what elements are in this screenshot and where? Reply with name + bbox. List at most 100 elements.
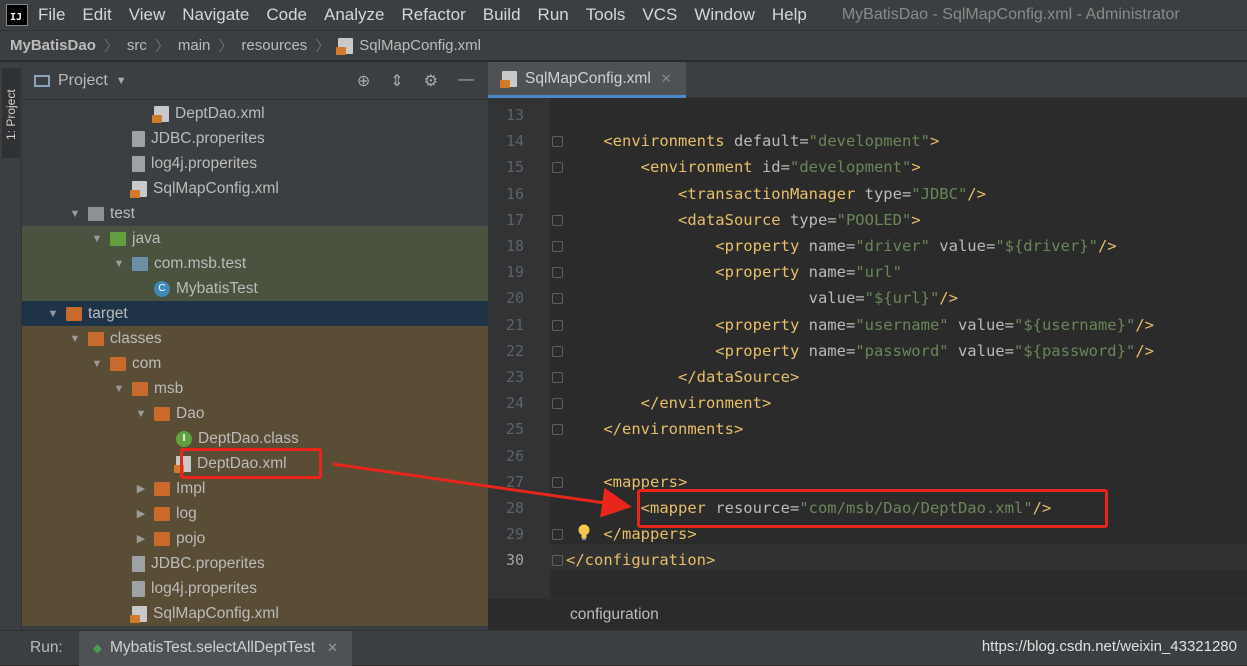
fold-marker-icon[interactable] — [552, 529, 563, 541]
properties-file-icon — [132, 555, 145, 572]
close-icon[interactable]: ✕ — [327, 640, 338, 656]
tree-item[interactable]: ▼ test — [22, 201, 488, 226]
code-line[interactable]: <property name="driver" value="${driver}… — [566, 233, 1117, 259]
chevron-down-icon[interactable]: ▼ — [134, 408, 148, 420]
project-view-selector[interactable]: Project — [58, 72, 108, 90]
menu-analyze[interactable]: Analyze — [324, 5, 384, 25]
fold-marker-icon[interactable] — [552, 372, 563, 383]
menu-window[interactable]: Window — [694, 5, 754, 25]
breadcrumb-item[interactable]: resources — [241, 37, 307, 54]
fold-marker-icon[interactable] — [552, 555, 563, 567]
code-line[interactable]: <transactionManager type="JDBC"/> — [566, 181, 986, 207]
chevron-down-icon[interactable]: ▼ — [90, 358, 104, 370]
chevron-down-icon[interactable]: ▼ — [68, 333, 82, 345]
tree-item[interactable]: ▶ Impl — [22, 476, 488, 501]
tree-item[interactable]: SqlMapConfig.xml — [22, 601, 488, 626]
code-line[interactable]: </configuration> — [566, 547, 715, 573]
tree-item[interactable]: C MybatisTest — [22, 276, 488, 301]
tree-item[interactable]: ▼ target — [22, 301, 488, 326]
chevron-down-icon[interactable]: ▼ — [46, 308, 60, 320]
gear-icon[interactable]: ⚙ — [424, 71, 438, 91]
menu-tools[interactable]: Tools — [586, 5, 626, 25]
tree-item-label: SqlMapConfig.xml — [153, 179, 279, 197]
code-line[interactable]: <property name="url" — [566, 259, 902, 285]
tree-item[interactable]: SqlMapConfig.xml — [22, 176, 488, 201]
menu-file[interactable]: File — [38, 5, 65, 25]
code-line[interactable]: <dataSource type="POOLED"> — [566, 207, 921, 233]
code-line[interactable]: value="${url}"/> — [566, 285, 958, 311]
chevron-down-icon[interactable]: ▼ — [116, 75, 127, 87]
menu-navigate[interactable]: Navigate — [182, 5, 249, 25]
breadcrumb-item[interactable]: main — [178, 37, 211, 54]
chevron-right-icon[interactable]: ▶ — [134, 532, 148, 545]
code-line[interactable]: </environments> — [566, 416, 743, 442]
fold-marker-icon[interactable] — [552, 214, 563, 226]
locate-icon[interactable]: ⊕ — [357, 71, 370, 91]
chevron-down-icon[interactable]: ▼ — [112, 258, 126, 270]
code-token: /> — [967, 184, 986, 203]
chevron-down-icon[interactable]: ▼ — [112, 383, 126, 395]
breadcrumb-item[interactable]: SqlMapConfig.xml — [359, 37, 481, 54]
tree-item[interactable]: log4j.properites — [22, 151, 488, 176]
minimize-icon[interactable]: — — [458, 71, 474, 91]
excluded-folder-icon — [154, 506, 170, 521]
fold-marker-icon[interactable] — [552, 267, 563, 279]
chevron-right-icon[interactable]: ▶ — [134, 507, 148, 520]
menu-edit[interactable]: Edit — [82, 5, 111, 25]
close-icon[interactable]: ✕ — [661, 71, 672, 87]
fold-marker-icon[interactable] — [552, 293, 563, 305]
breadcrumb-item[interactable]: MyBatisDao — [10, 37, 96, 54]
menu-code[interactable]: Code — [266, 5, 307, 25]
code-line[interactable]: <environments default="development"> — [566, 128, 939, 154]
chevron-right-icon[interactable]: ▶ — [134, 482, 148, 495]
tree-item[interactable]: ▼ java — [22, 226, 488, 251]
code-token: /> — [1097, 237, 1117, 255]
tab-sqlmapconfig[interactable]: SqlMapConfig.xml ✕ — [488, 62, 686, 98]
breadcrumb-configuration[interactable]: configuration — [570, 606, 659, 624]
lightbulb-icon[interactable] — [577, 524, 591, 540]
menu-vcs[interactable]: VCS — [642, 5, 677, 25]
fold-marker-icon[interactable] — [552, 424, 563, 436]
fold-marker-icon[interactable] — [552, 398, 563, 410]
tree-item[interactable]: ▶ log — [22, 501, 488, 526]
code-line[interactable]: <environment id="development"> — [566, 154, 921, 180]
tree-item[interactable]: ▼ classes — [22, 326, 488, 351]
code-line[interactable]: <property name="username" value="${usern… — [566, 312, 1154, 338]
fold-marker-icon[interactable] — [552, 476, 563, 488]
fold-marker-icon[interactable] — [552, 136, 563, 148]
tree-item[interactable]: ▶ pojo — [22, 526, 488, 551]
tree-item[interactable]: ▼ com — [22, 351, 488, 376]
run-tab[interactable]: ◆ MybatisTest.selectAllDeptTest ✕ — [78, 630, 352, 666]
tree-item[interactable]: JDBC.properites — [22, 551, 488, 576]
tree-item[interactable]: log4j.properites — [22, 576, 488, 601]
collapse-all-icon[interactable]: ⇕ — [390, 71, 403, 91]
code-line[interactable]: </environment> — [566, 390, 772, 416]
fold-marker-icon[interactable] — [552, 345, 563, 357]
fold-marker-icon[interactable] — [552, 241, 563, 252]
menu-view[interactable]: View — [129, 5, 166, 25]
chevron-down-icon[interactable]: ▼ — [90, 233, 104, 245]
excluded-folder-icon — [66, 306, 82, 321]
code-token: "username" — [855, 315, 949, 334]
menu-run[interactable]: Run — [538, 5, 569, 25]
chevron-down-icon[interactable]: ▼ — [68, 208, 82, 220]
code-line[interactable]: </dataSource> — [566, 364, 799, 390]
tree-item[interactable]: ▼ msb — [22, 376, 488, 401]
tree-item[interactable]: JDBC.properites — [22, 126, 488, 151]
tree-item[interactable]: ▼ Dao — [22, 401, 488, 426]
breadcrumb-item[interactable]: src — [127, 37, 147, 54]
tree-item-label: com — [132, 354, 162, 372]
menu-refactor[interactable]: Refactor — [401, 5, 465, 25]
menu-build[interactable]: Build — [483, 5, 521, 25]
line-number: 19 — [505, 263, 524, 282]
project-tool-window-tab[interactable]: 1: Project — [2, 68, 20, 158]
tree-item[interactable]: ▼ com.msb.test — [22, 251, 488, 276]
fold-marker-icon[interactable] — [552, 319, 563, 331]
tree-item[interactable]: DeptDao.xml — [22, 101, 488, 126]
code-line[interactable]: <property name="password" value="${passw… — [566, 338, 1154, 364]
line-number: 13 — [505, 106, 524, 124]
fold-marker-icon[interactable] — [552, 162, 563, 174]
menu-help[interactable]: Help — [772, 5, 807, 25]
project-tab-label: 1: Project — [4, 89, 18, 140]
tree-item-label: MybatisTest — [176, 279, 258, 297]
